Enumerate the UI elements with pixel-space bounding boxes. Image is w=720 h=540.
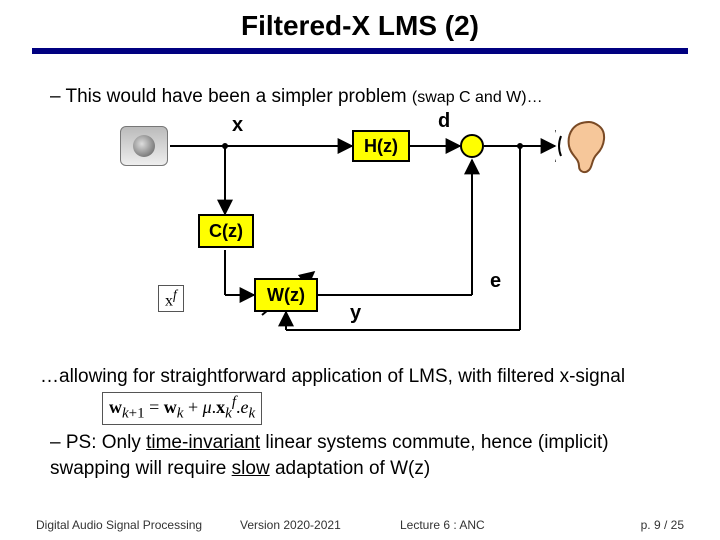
bullet-problem: – This would have been a simpler problem…: [50, 86, 543, 108]
bullet3-u1: time-invariant: [146, 432, 260, 453]
title-underline: [32, 48, 688, 54]
label-d: d: [438, 110, 450, 133]
formula-lms-update: wk+1 = wk + μ.xkf.ek: [102, 392, 262, 425]
footer-version: Version 2020-2021: [240, 518, 341, 532]
block-hz: H(z): [352, 130, 410, 162]
bullet1-text: – This would have been a simpler problem: [50, 86, 412, 107]
slide-title: Filtered-X LMS (2): [241, 10, 479, 42]
ear-icon: [555, 116, 619, 176]
summing-junction: [460, 134, 484, 158]
bullet-lms: …allowing for straightforward applicatio…: [40, 366, 625, 388]
bullet3-u2: slow: [232, 458, 270, 479]
bullet3-suffix: adaptation of W(z): [270, 458, 431, 479]
footer-course: Digital Audio Signal Processing: [36, 518, 202, 532]
label-xf: xf: [158, 285, 184, 312]
block-diagram: x H(z) d C(z) xf W(z) y e: [0, 110, 720, 360]
bullet-ps: – PS: Only time-invariant linear systems…: [50, 430, 680, 481]
label-x: x: [232, 114, 243, 137]
bullet1-tail: (swap C and W)…: [412, 89, 543, 106]
label-e: e: [490, 270, 501, 293]
loudspeaker-icon: [120, 126, 168, 166]
footer-lecture: Lecture 6 : ANC: [400, 518, 485, 532]
label-y: y: [350, 302, 361, 325]
speaker-cone: [133, 135, 155, 157]
block-wz: W(z): [254, 278, 318, 312]
bullet3-prefix: – PS: Only: [50, 432, 146, 453]
footer-page: p. 9 / 25: [641, 518, 684, 532]
block-cz: C(z): [198, 214, 254, 248]
